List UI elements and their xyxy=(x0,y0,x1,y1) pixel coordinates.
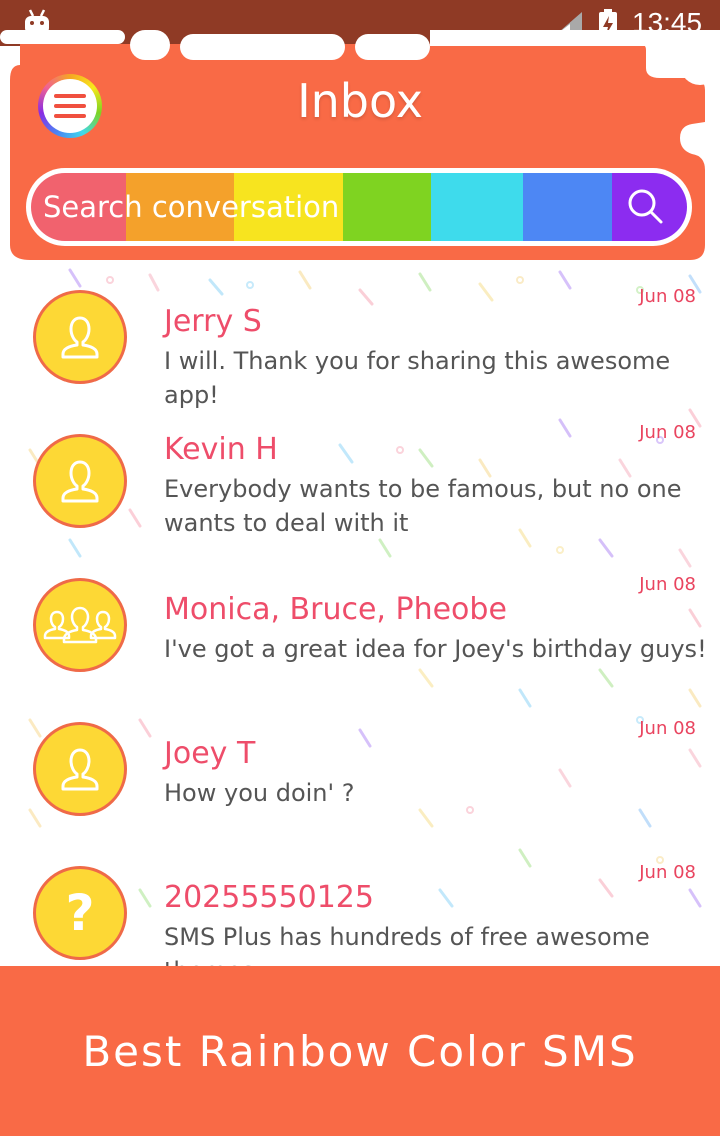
hamburger-menu-icon xyxy=(54,94,86,118)
person-icon xyxy=(61,460,99,503)
conversation-snippet: I've got a great idea for Joey's birthda… xyxy=(164,635,707,663)
avatar xyxy=(33,578,127,672)
conversation-name: Joey T xyxy=(164,736,256,771)
conversation-name: Monica, Bruce, Pheobe xyxy=(164,592,507,627)
unknown-contact-icon: ? xyxy=(65,884,95,942)
stripe-3 xyxy=(342,173,432,241)
stripe-5 xyxy=(522,173,612,241)
conversation-item[interactable]: Kevin H Everybody wants to be famous, bu… xyxy=(0,422,720,578)
conversation-name: 20255550125 xyxy=(164,880,374,915)
avatar xyxy=(33,290,127,384)
avatar xyxy=(33,434,127,528)
stripe-4 xyxy=(431,173,523,241)
avatar xyxy=(33,722,127,816)
conversation-date: Jun 08 xyxy=(639,862,696,883)
conversation-date: Jun 08 xyxy=(639,422,696,443)
conversation-date: Jun 08 xyxy=(639,718,696,739)
menu-icon-container xyxy=(43,79,97,133)
search-input[interactable] xyxy=(43,173,343,241)
page-title: Inbox xyxy=(297,74,423,128)
group-icon xyxy=(43,606,117,644)
conversation-snippet: Everybody wants to be famous, but no one… xyxy=(164,475,682,537)
conversation-date: Jun 08 xyxy=(639,286,696,307)
avatar: ? xyxy=(33,866,127,960)
conversation-item[interactable]: Joey T How you doin' ? Jun 08 xyxy=(0,718,720,866)
conversation-name: Jerry S xyxy=(164,304,262,339)
conversation-item[interactable]: Monica, Bruce, Pheobe I've got a great i… xyxy=(0,574,720,722)
conversation-snippet: I will. Thank you for sharing this aweso… xyxy=(164,347,671,409)
search-icon[interactable] xyxy=(625,186,665,226)
banner-text: Best Rainbow Color SMS xyxy=(82,1026,638,1076)
menu-button[interactable] xyxy=(38,74,102,138)
conversation-name: Kevin H xyxy=(164,432,278,467)
conversation-date: Jun 08 xyxy=(639,574,696,595)
promo-banner: Best Rainbow Color SMS xyxy=(0,966,720,1136)
conversation-item[interactable]: Jerry S I will. Thank you for sharing th… xyxy=(0,286,720,434)
search-bar[interactable] xyxy=(26,168,692,246)
person-icon xyxy=(61,316,99,359)
conversation-snippet: How you doin' ? xyxy=(164,779,355,807)
search-rainbow-stripes xyxy=(31,173,687,241)
person-icon xyxy=(61,748,99,791)
